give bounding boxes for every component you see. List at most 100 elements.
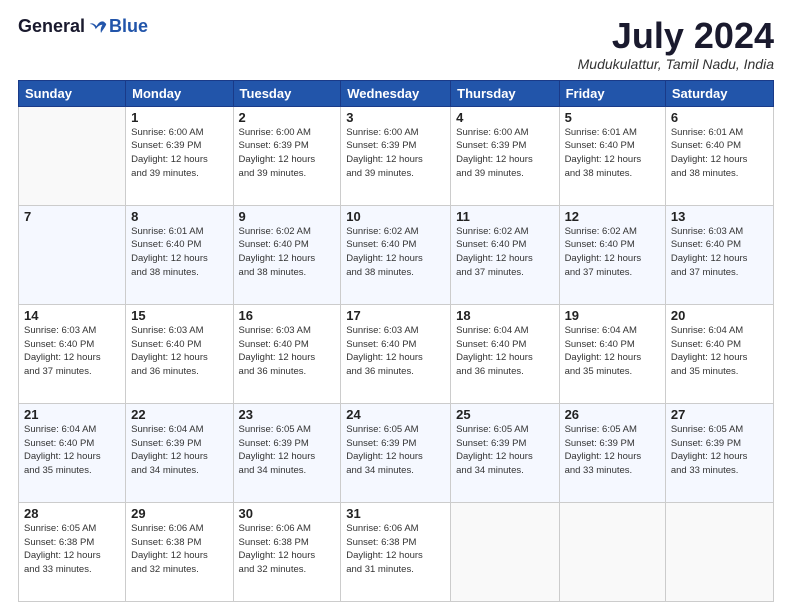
day-info: Sunrise: 6:02 AMSunset: 6:40 PMDaylight:… — [456, 225, 553, 280]
day-info: Sunrise: 6:05 AMSunset: 6:39 PMDaylight:… — [565, 423, 660, 478]
day-info: Sunrise: 6:04 AMSunset: 6:40 PMDaylight:… — [565, 324, 660, 379]
table-row: 9Sunrise: 6:02 AMSunset: 6:40 PMDaylight… — [233, 205, 341, 304]
day-number: 14 — [24, 308, 120, 323]
day-number: 13 — [671, 209, 768, 224]
day-info: Sunrise: 6:03 AMSunset: 6:40 PMDaylight:… — [671, 225, 768, 280]
col-thursday: Thursday — [451, 80, 559, 106]
table-row: 27Sunrise: 6:05 AMSunset: 6:39 PMDayligh… — [665, 403, 773, 502]
table-row: 21Sunrise: 6:04 AMSunset: 6:40 PMDayligh… — [19, 403, 126, 502]
page: General Blue July 2024 Mudukulattur, Tam… — [0, 0, 792, 612]
day-info: Sunrise: 6:06 AMSunset: 6:38 PMDaylight:… — [131, 522, 227, 577]
day-number: 23 — [239, 407, 336, 422]
day-info: Sunrise: 6:03 AMSunset: 6:40 PMDaylight:… — [346, 324, 445, 379]
table-row: 1Sunrise: 6:00 AMSunset: 6:39 PMDaylight… — [126, 106, 233, 205]
table-row — [19, 106, 126, 205]
table-row: 30Sunrise: 6:06 AMSunset: 6:38 PMDayligh… — [233, 502, 341, 601]
table-row: 31Sunrise: 6:06 AMSunset: 6:38 PMDayligh… — [341, 502, 451, 601]
day-number: 17 — [346, 308, 445, 323]
day-number: 2 — [239, 110, 336, 125]
day-number: 29 — [131, 506, 227, 521]
day-info: Sunrise: 6:05 AMSunset: 6:39 PMDaylight:… — [239, 423, 336, 478]
day-number: 4 — [456, 110, 553, 125]
calendar-week-row: 28Sunrise: 6:05 AMSunset: 6:38 PMDayligh… — [19, 502, 774, 601]
col-wednesday: Wednesday — [341, 80, 451, 106]
day-number: 11 — [456, 209, 553, 224]
day-number: 22 — [131, 407, 227, 422]
day-number: 9 — [239, 209, 336, 224]
col-sunday: Sunday — [19, 80, 126, 106]
day-number: 5 — [565, 110, 660, 125]
table-row: 11Sunrise: 6:02 AMSunset: 6:40 PMDayligh… — [451, 205, 559, 304]
logo: General Blue — [18, 16, 148, 37]
day-number: 20 — [671, 308, 768, 323]
day-number: 16 — [239, 308, 336, 323]
location: Mudukulattur, Tamil Nadu, India — [578, 56, 774, 72]
day-info: Sunrise: 6:04 AMSunset: 6:40 PMDaylight:… — [456, 324, 553, 379]
col-monday: Monday — [126, 80, 233, 106]
table-row: 22Sunrise: 6:04 AMSunset: 6:39 PMDayligh… — [126, 403, 233, 502]
calendar-week-row: 78Sunrise: 6:01 AMSunset: 6:40 PMDayligh… — [19, 205, 774, 304]
day-number: 19 — [565, 308, 660, 323]
table-row: 5Sunrise: 6:01 AMSunset: 6:40 PMDaylight… — [559, 106, 665, 205]
day-info: Sunrise: 6:00 AMSunset: 6:39 PMDaylight:… — [346, 126, 445, 181]
day-info: Sunrise: 6:03 AMSunset: 6:40 PMDaylight:… — [131, 324, 227, 379]
table-row: 26Sunrise: 6:05 AMSunset: 6:39 PMDayligh… — [559, 403, 665, 502]
day-info: Sunrise: 6:00 AMSunset: 6:39 PMDaylight:… — [456, 126, 553, 181]
table-row: 18Sunrise: 6:04 AMSunset: 6:40 PMDayligh… — [451, 304, 559, 403]
col-friday: Friday — [559, 80, 665, 106]
day-number: 18 — [456, 308, 553, 323]
day-number: 21 — [24, 407, 120, 422]
table-row: 3Sunrise: 6:00 AMSunset: 6:39 PMDaylight… — [341, 106, 451, 205]
day-number: 6 — [671, 110, 768, 125]
day-number: 10 — [346, 209, 445, 224]
day-number: 15 — [131, 308, 227, 323]
table-row: 6Sunrise: 6:01 AMSunset: 6:40 PMDaylight… — [665, 106, 773, 205]
day-info: Sunrise: 6:01 AMSunset: 6:40 PMDaylight:… — [671, 126, 768, 181]
month-title: July 2024 — [578, 16, 774, 56]
table-row — [559, 502, 665, 601]
day-number: 12 — [565, 209, 660, 224]
calendar-week-row: 21Sunrise: 6:04 AMSunset: 6:40 PMDayligh… — [19, 403, 774, 502]
table-row: 12Sunrise: 6:02 AMSunset: 6:40 PMDayligh… — [559, 205, 665, 304]
header: General Blue July 2024 Mudukulattur, Tam… — [18, 16, 774, 72]
day-number: 1 — [131, 110, 227, 125]
day-number: 24 — [346, 407, 445, 422]
table-row: 8Sunrise: 6:01 AMSunset: 6:40 PMDaylight… — [126, 205, 233, 304]
day-number: 3 — [346, 110, 445, 125]
day-number: 27 — [671, 407, 768, 422]
table-row: 2Sunrise: 6:00 AMSunset: 6:39 PMDaylight… — [233, 106, 341, 205]
day-info: Sunrise: 6:04 AMSunset: 6:39 PMDaylight:… — [131, 423, 227, 478]
table-row: 17Sunrise: 6:03 AMSunset: 6:40 PMDayligh… — [341, 304, 451, 403]
day-info: Sunrise: 6:04 AMSunset: 6:40 PMDaylight:… — [671, 324, 768, 379]
day-number: 8 — [131, 209, 227, 224]
table-row: 15Sunrise: 6:03 AMSunset: 6:40 PMDayligh… — [126, 304, 233, 403]
day-info: Sunrise: 6:03 AMSunset: 6:40 PMDaylight:… — [239, 324, 336, 379]
day-info: Sunrise: 6:06 AMSunset: 6:38 PMDaylight:… — [346, 522, 445, 577]
day-number: 26 — [565, 407, 660, 422]
day-number: 28 — [24, 506, 120, 521]
day-info: Sunrise: 6:05 AMSunset: 6:39 PMDaylight:… — [346, 423, 445, 478]
day-number: 25 — [456, 407, 553, 422]
day-info: Sunrise: 6:00 AMSunset: 6:39 PMDaylight:… — [239, 126, 336, 181]
calendar-week-row: 14Sunrise: 6:03 AMSunset: 6:40 PMDayligh… — [19, 304, 774, 403]
table-row: 23Sunrise: 6:05 AMSunset: 6:39 PMDayligh… — [233, 403, 341, 502]
day-info: Sunrise: 6:01 AMSunset: 6:40 PMDaylight:… — [131, 225, 227, 280]
day-number: 31 — [346, 506, 445, 521]
day-info: Sunrise: 6:03 AMSunset: 6:40 PMDaylight:… — [24, 324, 120, 379]
calendar-header-row: Sunday Monday Tuesday Wednesday Thursday… — [19, 80, 774, 106]
table-row: 19Sunrise: 6:04 AMSunset: 6:40 PMDayligh… — [559, 304, 665, 403]
day-info: Sunrise: 6:02 AMSunset: 6:40 PMDaylight:… — [346, 225, 445, 280]
table-row: 25Sunrise: 6:05 AMSunset: 6:39 PMDayligh… — [451, 403, 559, 502]
logo-blue: Blue — [109, 16, 148, 37]
day-info: Sunrise: 6:00 AMSunset: 6:39 PMDaylight:… — [131, 126, 227, 181]
day-info: Sunrise: 6:02 AMSunset: 6:40 PMDaylight:… — [239, 225, 336, 280]
day-number: 30 — [239, 506, 336, 521]
table-row: 29Sunrise: 6:06 AMSunset: 6:38 PMDayligh… — [126, 502, 233, 601]
table-row — [665, 502, 773, 601]
day-info: Sunrise: 6:05 AMSunset: 6:39 PMDaylight:… — [671, 423, 768, 478]
logo-bird-icon — [89, 18, 107, 36]
title-area: July 2024 Mudukulattur, Tamil Nadu, Indi… — [578, 16, 774, 72]
day-info: Sunrise: 6:02 AMSunset: 6:40 PMDaylight:… — [565, 225, 660, 280]
day-info: Sunrise: 6:06 AMSunset: 6:38 PMDaylight:… — [239, 522, 336, 577]
logo-general: General — [18, 16, 85, 37]
